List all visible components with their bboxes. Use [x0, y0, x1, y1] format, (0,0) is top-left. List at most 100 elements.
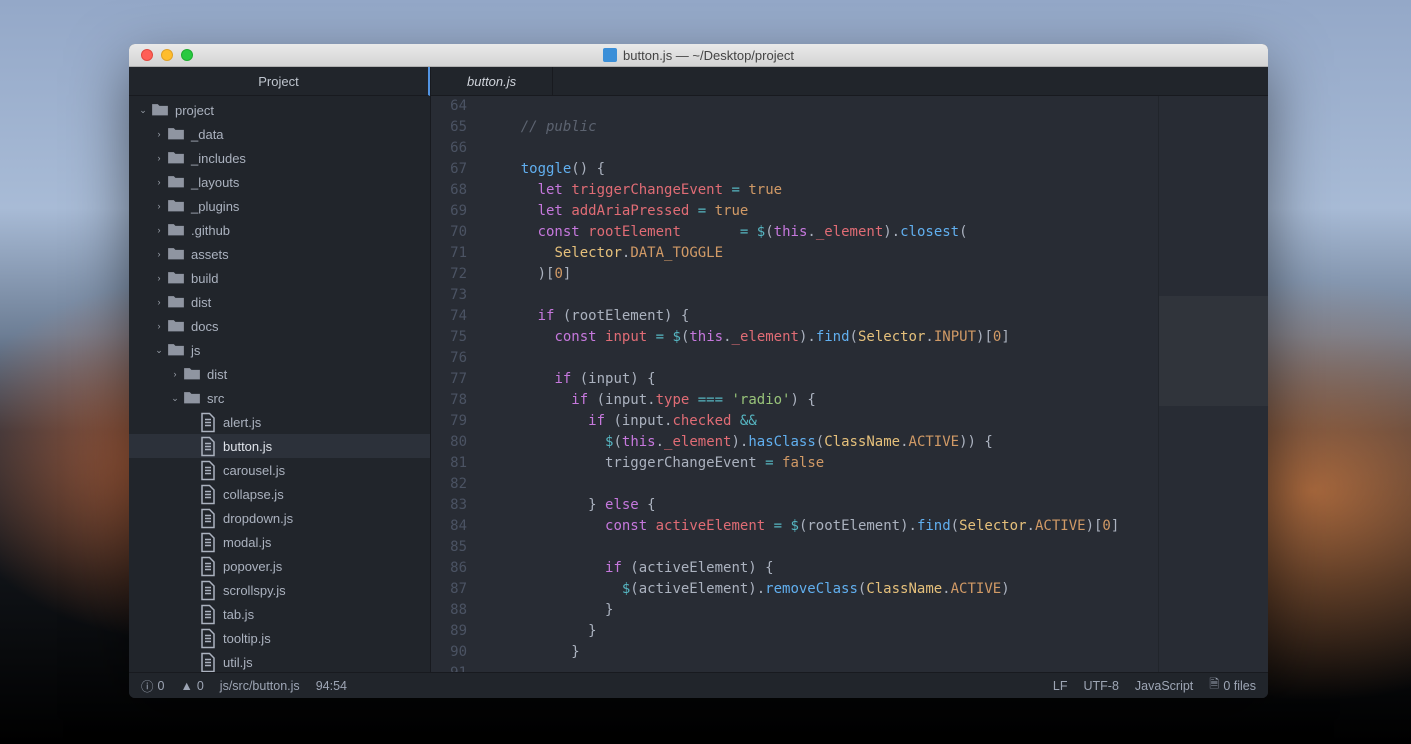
tree-folder--layouts[interactable]: › _layouts	[129, 170, 430, 194]
folder-icon	[167, 223, 185, 237]
file-icon	[199, 436, 217, 457]
files-icon: 🗎	[1209, 675, 1219, 696]
status-errors[interactable]: ⓘ 0	[141, 676, 164, 695]
status-warnings[interactable]: ▲ 0	[180, 679, 203, 693]
tree-item-label: _layouts	[191, 175, 422, 190]
tree-item-label: build	[191, 271, 422, 286]
status-language[interactable]: JavaScript	[1135, 679, 1193, 693]
tree-item-label: dist	[191, 295, 422, 310]
tree-file-modal-js[interactable]: modal.js	[129, 530, 430, 554]
tree-item-label: alert.js	[223, 415, 422, 430]
tab-button-js[interactable]: button.js	[431, 67, 553, 95]
minimize-window-button[interactable]	[161, 49, 173, 61]
status-files[interactable]: 🗎 0 files	[1209, 675, 1256, 696]
tree-item-label: popover.js	[223, 559, 422, 574]
tree-folder-assets[interactable]: › assets	[129, 242, 430, 266]
folder-icon	[167, 127, 185, 141]
tree-folder-src[interactable]: ⌄src	[129, 386, 430, 410]
editor-pane: button.js 646566676869707172737475767778…	[431, 67, 1268, 672]
folder-icon	[183, 391, 201, 405]
tree-item-label: modal.js	[223, 535, 422, 550]
file-icon	[199, 484, 217, 505]
folder-icon	[167, 271, 185, 285]
file-icon	[199, 460, 217, 481]
tree-file-collapse-js[interactable]: collapse.js	[129, 482, 430, 506]
code-text[interactable]: // public toggle() { let triggerChangeEv…	[479, 96, 1158, 672]
tree-file-carousel-js[interactable]: carousel.js	[129, 458, 430, 482]
folder-icon	[167, 199, 185, 213]
tree-file-button-js[interactable]: button.js	[129, 434, 430, 458]
tree-item-label: carousel.js	[223, 463, 422, 478]
sidebar-header-project[interactable]: Project	[129, 67, 430, 96]
folder-icon	[167, 343, 185, 357]
minimap-viewport-thumb[interactable]	[1159, 296, 1268, 406]
tree-folder--includes[interactable]: › _includes	[129, 146, 430, 170]
tree-folder--github[interactable]: ›.github	[129, 218, 430, 242]
chevron-down-icon: ⌄	[137, 105, 149, 116]
chevron-right-icon: ›	[153, 249, 165, 259]
line-number-gutter: 6465666768697071727374757677787980818283…	[431, 96, 479, 672]
file-icon	[199, 652, 217, 673]
chevron-right-icon: ›	[153, 297, 165, 307]
tree-file-popover-js[interactable]: popover.js	[129, 554, 430, 578]
tree-folder-docs[interactable]: ›docs	[129, 314, 430, 338]
tree-item-label: assets	[191, 247, 422, 262]
tree-file-tooltip-js[interactable]: tooltip.js	[129, 626, 430, 650]
window-title: button.js — ~/Desktop/project	[129, 48, 1268, 63]
chevron-right-icon: ›	[169, 369, 181, 379]
tree-folder-build[interactable]: › build	[129, 266, 430, 290]
close-window-button[interactable]	[141, 49, 153, 61]
tree-item-label: tooltip.js	[223, 631, 422, 646]
tree-item-label: _includes	[191, 151, 422, 166]
file-icon	[199, 532, 217, 553]
chevron-right-icon: ›	[153, 321, 165, 331]
file-icon	[199, 580, 217, 601]
tree-folder-js[interactable]: ⌄ js	[129, 338, 430, 362]
tree-folder-dist[interactable]: ›dist	[129, 362, 430, 386]
status-eol[interactable]: LF	[1053, 679, 1068, 693]
status-bar: ⓘ 0 ▲ 0 js/src/button.js 94:54 LF UTF-8 …	[129, 672, 1268, 698]
titlebar[interactable]: button.js — ~/Desktop/project	[129, 44, 1268, 67]
tree-file-scrollspy-js[interactable]: scrollspy.js	[129, 578, 430, 602]
chevron-down-icon: ⌄	[153, 345, 165, 356]
warning-icon: ▲	[180, 679, 192, 693]
chevron-down-icon: ⌄	[169, 393, 181, 404]
tree-item-label: button.js	[223, 439, 422, 454]
tree-item-label: project	[175, 103, 422, 118]
editor-window: button.js — ~/Desktop/project Project ⌄ p…	[129, 44, 1268, 698]
tree-item-label: js	[191, 343, 422, 358]
folder-icon	[167, 151, 185, 165]
tree-item-label: dropdown.js	[223, 511, 422, 526]
tree-folder-project[interactable]: ⌄ project	[129, 98, 430, 122]
tree-item-label: collapse.js	[223, 487, 422, 502]
file-type-icon	[603, 48, 617, 62]
status-encoding[interactable]: UTF-8	[1084, 679, 1119, 693]
code-area[interactable]: 6465666768697071727374757677787980818283…	[431, 96, 1268, 672]
file-icon	[199, 412, 217, 433]
chevron-right-icon: ›	[153, 273, 165, 283]
maximize-window-button[interactable]	[181, 49, 193, 61]
file-icon	[199, 556, 217, 577]
error-icon: ⓘ	[141, 676, 154, 695]
status-path[interactable]: js/src/button.js	[220, 679, 300, 693]
project-tree[interactable]: ⌄ project ›_data › _includes › _layouts › _plugi…	[129, 96, 430, 672]
tree-folder--data[interactable]: ›_data	[129, 122, 430, 146]
chevron-right-icon: ›	[153, 177, 165, 187]
status-cursor[interactable]: 94:54	[316, 679, 347, 693]
tree-file-alert-js[interactable]: alert.js	[129, 410, 430, 434]
folder-icon	[167, 175, 185, 189]
tree-folder--plugins[interactable]: › _plugins	[129, 194, 430, 218]
chevron-right-icon: ›	[153, 201, 165, 211]
tree-file-dropdown-js[interactable]: dropdown.js	[129, 506, 430, 530]
tree-file-util-js[interactable]: util.js	[129, 650, 430, 672]
tree-item-label: tab.js	[223, 607, 422, 622]
tree-folder-dist[interactable]: › dist	[129, 290, 430, 314]
minimap[interactable]	[1158, 96, 1268, 672]
tree-file-tab-js[interactable]: tab.js	[129, 602, 430, 626]
tab-bar[interactable]: button.js	[431, 67, 1268, 96]
tree-item-label: _plugins	[191, 199, 422, 214]
traffic-lights	[129, 49, 193, 61]
tree-item-label: scrollspy.js	[223, 583, 422, 598]
file-icon	[199, 508, 217, 529]
chevron-right-icon: ›	[153, 153, 165, 163]
